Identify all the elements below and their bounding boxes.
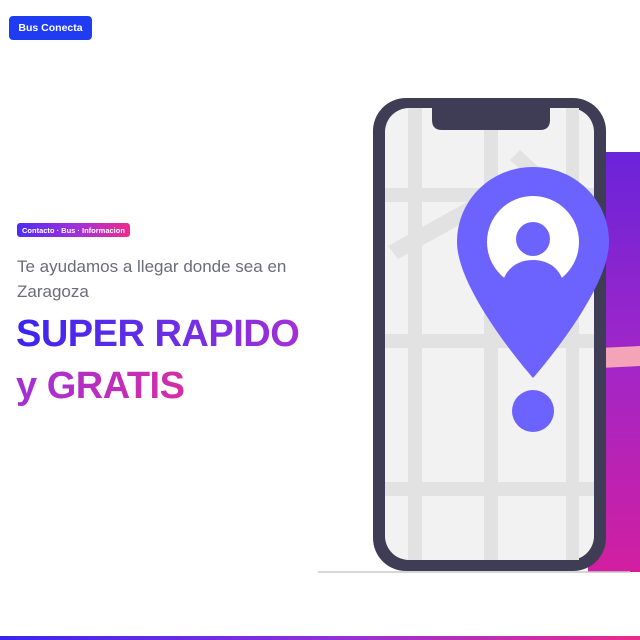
hero-illustration: [318, 98, 640, 573]
pin-dot: [512, 390, 554, 432]
phone-notch: [432, 108, 550, 130]
phone: [373, 98, 606, 571]
bottom-accent-bar: [0, 636, 640, 640]
